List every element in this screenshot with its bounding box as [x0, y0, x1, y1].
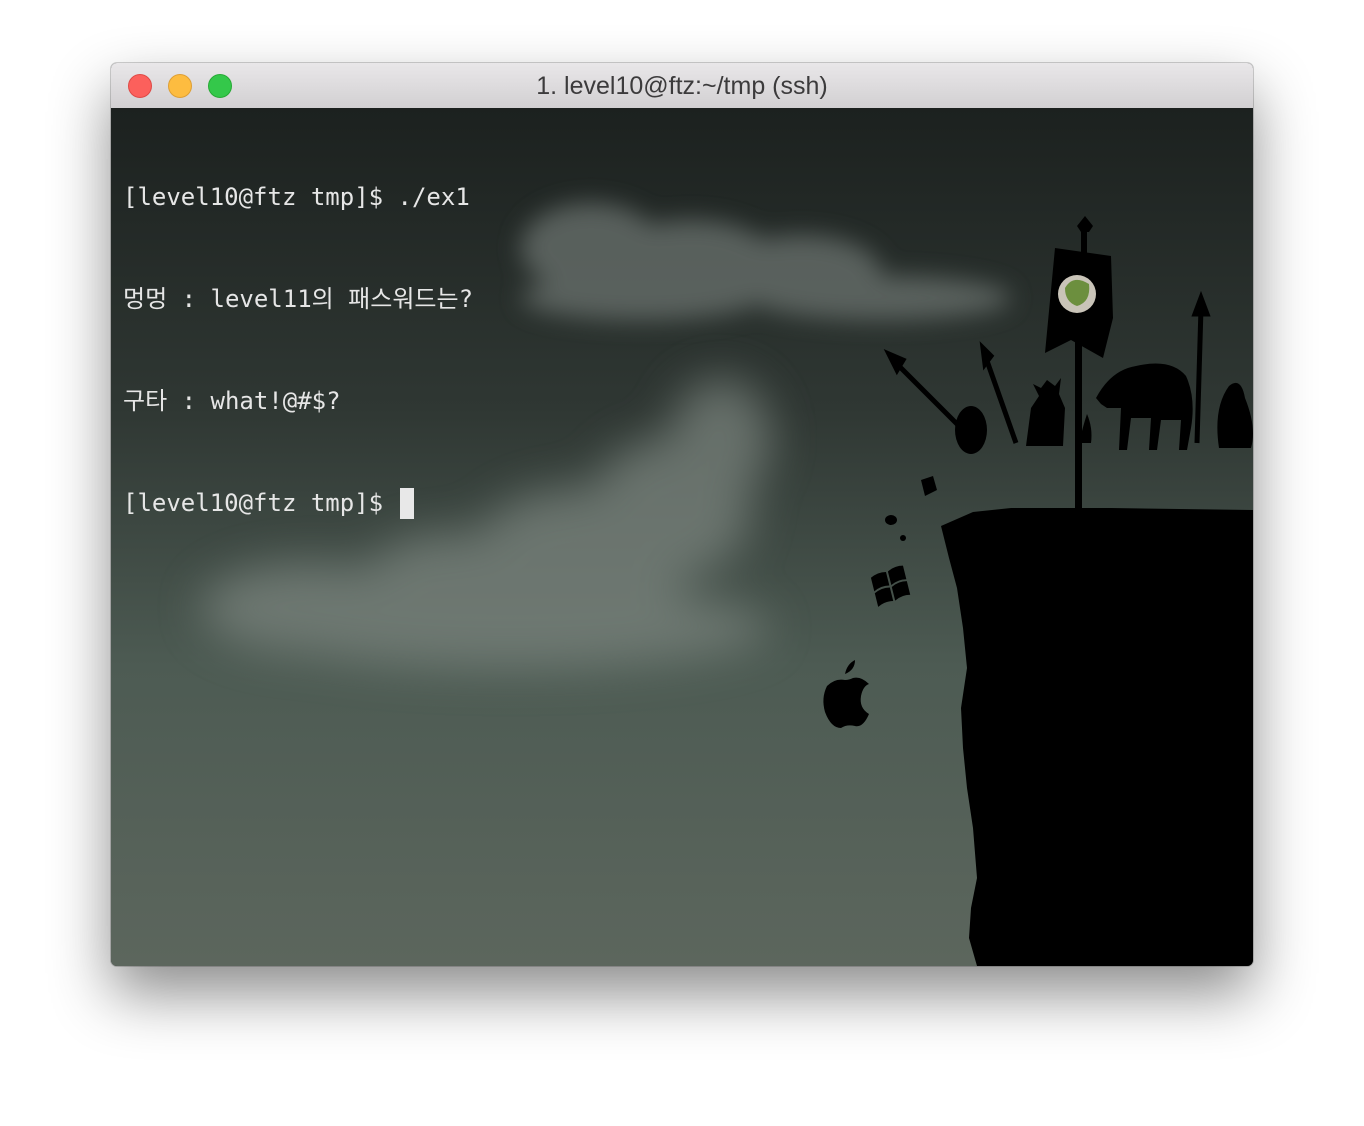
cliff [941, 508, 1253, 966]
leaf-icon [1058, 275, 1096, 313]
title-bar[interactable]: 1. level10@ftz:~/tmp (ssh) [111, 63, 1253, 109]
text-cursor [399, 488, 414, 519]
prompt: [level10@ftz tmp]$ [123, 489, 398, 517]
terminal-window: 1. level10@ftz:~/tmp (ssh) [level10@ftz … [111, 63, 1253, 966]
terminal-line: 구타 : what!@#$? [123, 387, 341, 415]
prompt-line[interactable]: [level10@ftz tmp]$ [123, 486, 473, 520]
terminal-line: 멍멍 : level11의 패스워드는? [123, 285, 474, 313]
window-title: 1. level10@ftz:~/tmp (ssh) [536, 72, 828, 100]
terminal-output: [level10@ftz tmp]$ ./ex1 멍멍 : level11의 패… [123, 112, 473, 588]
terminal-line: [level10@ftz tmp]$ ./ex1 [123, 183, 470, 211]
terminal-content[interactable]: [level10@ftz tmp]$ ./ex1 멍멍 : level11의 패… [111, 108, 1253, 966]
